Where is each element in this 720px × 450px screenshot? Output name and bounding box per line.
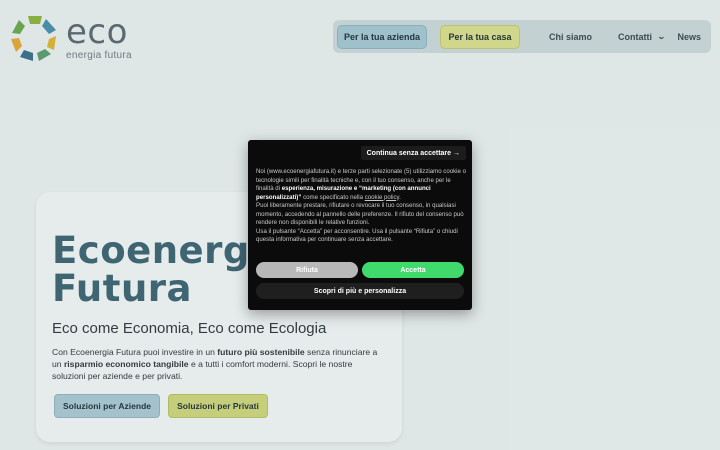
cookie-text-part: Puoi liberamente prestare, rifiutare o r…	[256, 202, 464, 226]
cookie-notice-text: Noi (www.ecoenergiafutura.it) e terze pa…	[256, 168, 466, 245]
reject-cookies-button[interactable]: Rifiuta	[256, 262, 358, 278]
cookie-consent-dialog: Continua senza accettare → Noi (www.ecoe…	[248, 140, 472, 310]
continue-without-accepting-button[interactable]: Continua senza accettare →	[360, 146, 466, 160]
cookie-text-part: come specificato nella	[301, 193, 365, 201]
accept-cookies-button[interactable]: Accetta	[362, 262, 464, 278]
cookie-policy-link[interactable]: cookie policy	[365, 194, 399, 201]
cookie-text-part: .	[399, 193, 401, 201]
cookie-text-part: Usa il pulsante “Accetta” per acconsenti…	[256, 227, 458, 244]
customize-cookies-button[interactable]: Scopri di più e personalizza	[256, 283, 464, 299]
page: eco energia futura Per la tua azienda Pe…	[0, 0, 720, 450]
